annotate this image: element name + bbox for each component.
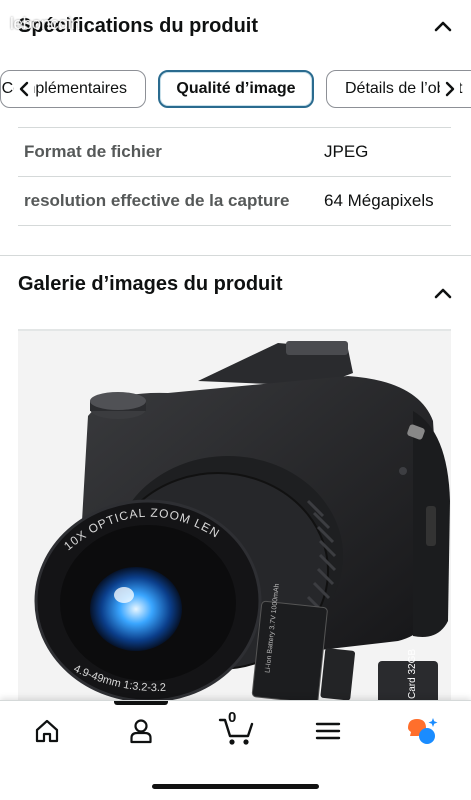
chevron-up-icon[interactable]	[433, 283, 453, 303]
account-icon[interactable]	[121, 715, 161, 747]
spec-key: resolution effective de la capture	[24, 191, 290, 210]
spec-value: JPEG	[324, 142, 369, 161]
sd-card-text: Card 32GB	[407, 649, 418, 699]
home-indicator	[152, 784, 319, 789]
watermark: leboncoin	[10, 14, 81, 33]
camera-image: 10X OPTICAL ZOOM LENS 4.9-49mm 1:3.2-3.2…	[18, 331, 451, 709]
chevron-up-icon[interactable]	[433, 16, 453, 36]
nav-active-indicator	[114, 701, 168, 705]
assistant-icon[interactable]	[402, 715, 442, 747]
table-row: Format de fichier JPEG	[18, 128, 451, 177]
cart-icon[interactable]: 0	[214, 709, 258, 747]
gallery-section-title: Galerie d’images du produit	[18, 272, 283, 295]
spec-key: Format de fichier	[24, 142, 162, 161]
home-icon[interactable]	[27, 715, 67, 747]
chevron-left-icon[interactable]	[14, 77, 34, 101]
table-row: resolution effective de la capture 64 Mé…	[18, 177, 451, 226]
menu-icon[interactable]	[308, 715, 348, 747]
tab-qualite-image[interactable]: Qualité d’image	[158, 70, 314, 108]
product-gallery-image[interactable]: 10X OPTICAL ZOOM LENS 4.9-49mm 1:3.2-3.2…	[18, 329, 451, 709]
spec-tabs: Complémentaires Qualité d’image Détails …	[0, 68, 471, 110]
gallery-section-header[interactable]: Galerie d’images du produit	[0, 266, 471, 302]
cart-count: 0	[228, 709, 237, 726]
chevron-right-icon[interactable]	[440, 77, 460, 101]
section-divider	[0, 255, 471, 256]
spec-value: 64 Mégapixels	[324, 191, 434, 210]
spec-table: Format de fichier JPEG resolution effect…	[18, 127, 451, 226]
